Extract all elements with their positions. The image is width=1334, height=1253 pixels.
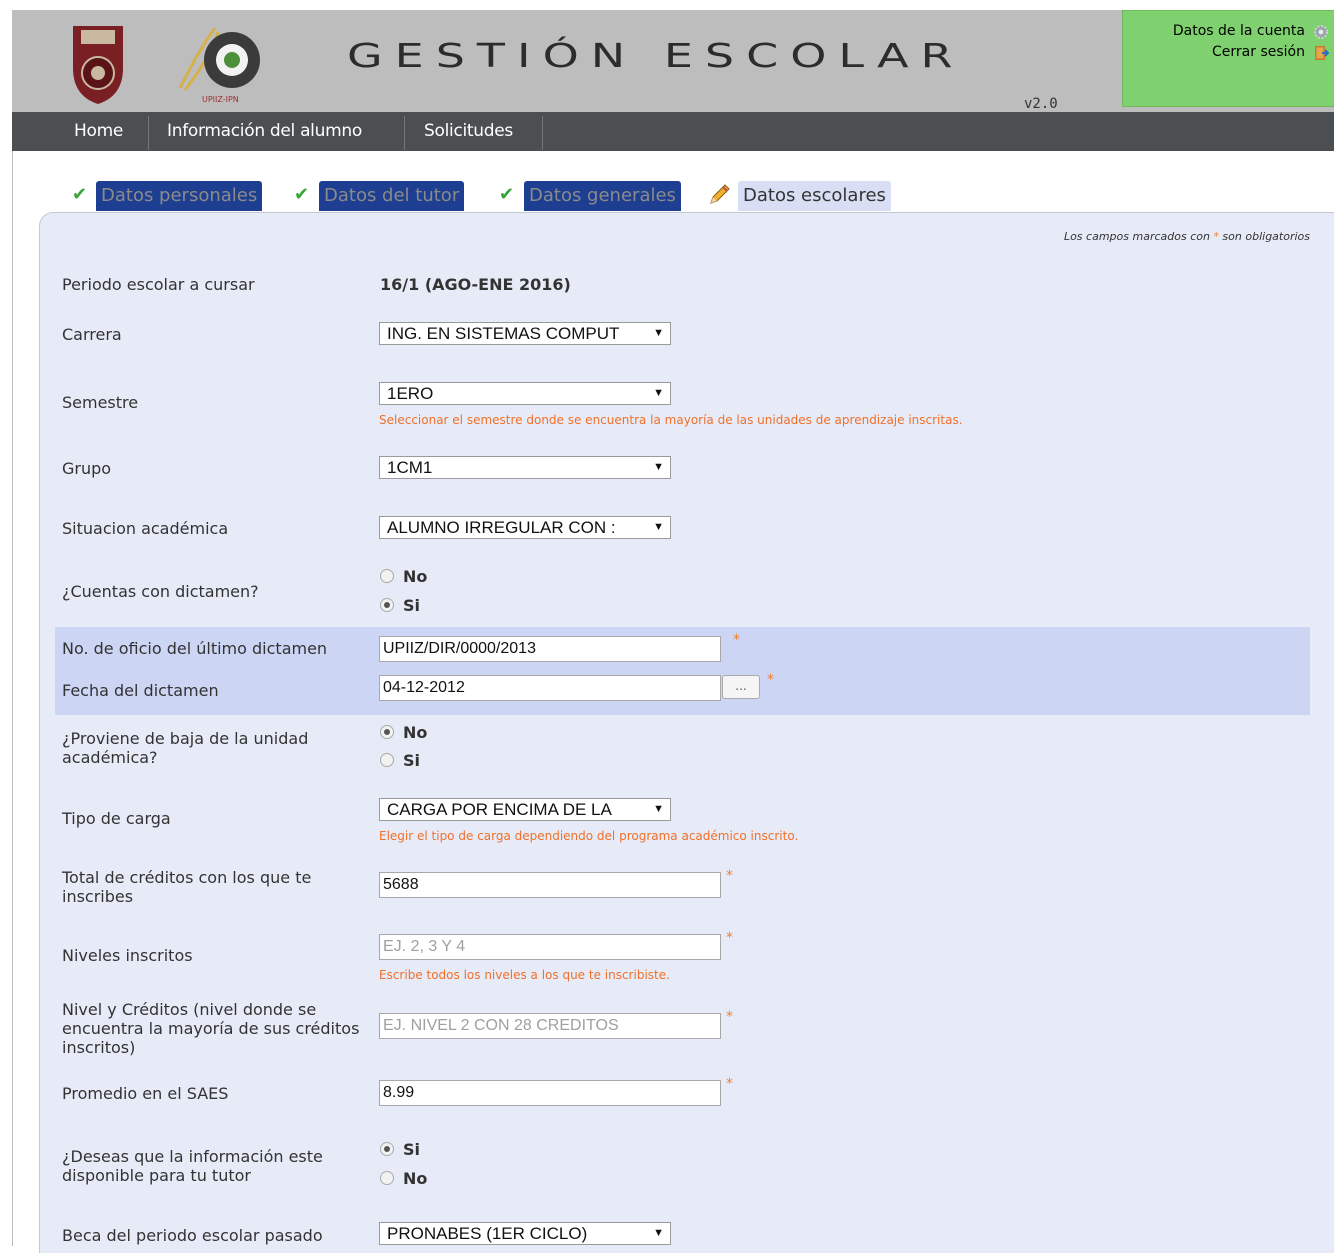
radio-button[interactable]	[380, 725, 394, 739]
label-creditos: Total de créditos con los que te inscrib…	[62, 868, 312, 906]
label-baja: ¿Proviene de baja de la unidad académica…	[62, 729, 309, 767]
select-carga[interactable]: CARGA POR ENCIMA DE LA ▼	[379, 798, 671, 821]
input-promedio[interactable]: 8.99	[379, 1080, 721, 1106]
check-icon: ✔	[499, 184, 515, 205]
label-periodo: Periodo escolar a cursar	[62, 275, 255, 294]
label-tutor-info: ¿Deseas que la información este disponib…	[62, 1147, 323, 1185]
select-semestre-value: 1ERO	[387, 384, 434, 403]
radio-tutor-no[interactable]: No	[380, 1169, 427, 1189]
app-version: v2.0	[1024, 96, 1058, 112]
upiiz-logo	[178, 27, 260, 91]
required-note-text: son obligatorios	[1218, 230, 1310, 243]
step-tabs: ✔ Datos personales ✔ Datos del tutor ✔ D…	[0, 178, 1334, 214]
dropdown-arrow-icon: ▼	[653, 461, 664, 473]
radio-button[interactable]	[380, 598, 394, 612]
select-carga-value: CARGA POR ENCIMA DE LA	[387, 800, 612, 819]
radio-label: Si	[403, 1140, 421, 1159]
tab-datos-escolares[interactable]: Datos escolares	[738, 181, 891, 211]
radio-dictamen-no[interactable]: No	[380, 567, 427, 587]
main-nav: Home Información del alumno Solicitudes	[12, 112, 1334, 151]
gear-icon[interactable]	[1313, 24, 1329, 40]
label-semestre: Semestre	[62, 393, 139, 412]
label-carrera: Carrera	[62, 325, 122, 344]
label-niveles: Niveles inscritos	[62, 946, 193, 965]
check-icon: ✔	[72, 184, 88, 205]
select-beca-value: PRONABES (1ER CICLO)	[387, 1224, 588, 1243]
app-title: GESTIÓN ESCOLAR	[347, 36, 965, 75]
input-niveles[interactable]: EJ. 2, 3 Y 4	[379, 934, 721, 960]
input-nivel-creditos[interactable]: EJ. NIVEL 2 CON 28 CREDITOS	[379, 1013, 721, 1039]
required-star: *	[733, 632, 740, 648]
radio-baja-si[interactable]: Si	[380, 751, 420, 771]
label-situacion: Situacion académica	[62, 519, 229, 538]
select-carrera-value: ING. EN SISTEMAS COMPUT	[387, 324, 620, 343]
required-star: *	[726, 1076, 733, 1092]
account-data-link[interactable]: Datos de la cuenta	[1173, 23, 1305, 39]
select-situacion-value: ALUMNO IRREGULAR CON :	[387, 518, 616, 537]
nav-separator	[542, 116, 543, 150]
input-fecha[interactable]: 04-12-2012	[379, 675, 721, 701]
select-semestre[interactable]: 1ERO ▼	[379, 382, 671, 405]
ipn-logo	[73, 26, 123, 104]
check-icon: ✔	[294, 184, 310, 205]
dropdown-arrow-icon: ▼	[653, 327, 664, 339]
required-note: Los campos marcados con * son obligatori…	[1064, 230, 1310, 243]
required-note-text: Los campos marcados con	[1063, 230, 1214, 243]
dropdown-arrow-icon: ▼	[653, 387, 664, 399]
radio-button[interactable]	[380, 753, 394, 767]
radio-tutor-si[interactable]: Si	[380, 1140, 420, 1160]
tab-datos-tutor[interactable]: Datos del tutor	[319, 181, 465, 211]
select-grupo-value: 1CM1	[387, 458, 433, 477]
radio-button[interactable]	[380, 1142, 394, 1156]
radio-label: No	[403, 1169, 428, 1188]
nav-home[interactable]: Home	[74, 112, 123, 151]
door-exit-icon[interactable]	[1313, 45, 1329, 61]
hint-carga: Elegir el tipo de carga dependiendo del …	[379, 829, 799, 843]
radio-baja-no[interactable]: No	[380, 723, 427, 743]
label-nivel-creditos: Nivel y Créditos (nivel donde se encuent…	[62, 1000, 360, 1057]
input-creditos[interactable]: 5688	[379, 872, 721, 898]
label-beca: Beca del periodo escolar pasado	[62, 1226, 323, 1245]
input-oficio[interactable]: UPIIZ/DIR/0000/2013	[379, 636, 721, 662]
tab-datos-generales[interactable]: Datos generales	[524, 181, 681, 211]
dropdown-arrow-icon: ▼	[653, 803, 664, 815]
radio-label: No	[403, 567, 428, 586]
label-oficio: No. de oficio del último dictamen	[62, 639, 328, 658]
upiiz-label: UPIIZ-IPN	[202, 95, 239, 104]
nav-informacion-alumno[interactable]: Información del alumno	[167, 112, 362, 151]
radio-label: Si	[403, 751, 421, 770]
radio-label: No	[403, 723, 428, 742]
hint-semestre: Seleccionar el semestre donde se encuent…	[379, 413, 963, 427]
logout-link[interactable]: Cerrar sesión	[1212, 44, 1305, 60]
radio-label: Si	[403, 596, 421, 615]
required-star: *	[726, 930, 733, 946]
required-star: *	[767, 672, 774, 688]
required-star: *	[726, 1009, 733, 1025]
label-dictamen: ¿Cuentas con dictamen?	[62, 582, 259, 601]
dropdown-arrow-icon: ▼	[653, 1227, 664, 1239]
date-picker-button[interactable]: ...	[722, 675, 760, 699]
radio-dictamen-si[interactable]: Si	[380, 596, 420, 616]
radio-button[interactable]	[380, 569, 394, 583]
select-beca[interactable]: PRONABES (1ER CICLO) ▼	[379, 1222, 671, 1245]
required-star: *	[726, 868, 733, 884]
label-grupo: Grupo	[62, 459, 112, 478]
page-border	[12, 151, 13, 1246]
select-carrera[interactable]: ING. EN SISTEMAS COMPUT ▼	[379, 322, 671, 345]
select-situacion[interactable]: ALUMNO IRREGULAR CON : ▼	[379, 516, 671, 539]
tab-datos-personales[interactable]: Datos personales	[96, 181, 263, 211]
pencil-icon	[710, 184, 730, 204]
hint-niveles: Escribe todos los niveles a los que te i…	[379, 968, 670, 982]
label-fecha: Fecha del dictamen	[62, 681, 219, 700]
dropdown-arrow-icon: ▼	[653, 521, 664, 533]
nav-solicitudes[interactable]: Solicitudes	[424, 112, 513, 151]
select-grupo[interactable]: 1CM1 ▼	[379, 456, 671, 479]
nav-separator	[404, 116, 405, 150]
label-carga: Tipo de carga	[62, 809, 171, 828]
nav-separator	[148, 116, 149, 150]
label-promedio: Promedio en el SAES	[62, 1084, 229, 1103]
account-panel: Datos de la cuenta Cerrar sesión	[1122, 10, 1334, 107]
value-periodo: 16/1 (AGO-ENE 2016)	[380, 275, 571, 294]
radio-button[interactable]	[380, 1171, 394, 1185]
